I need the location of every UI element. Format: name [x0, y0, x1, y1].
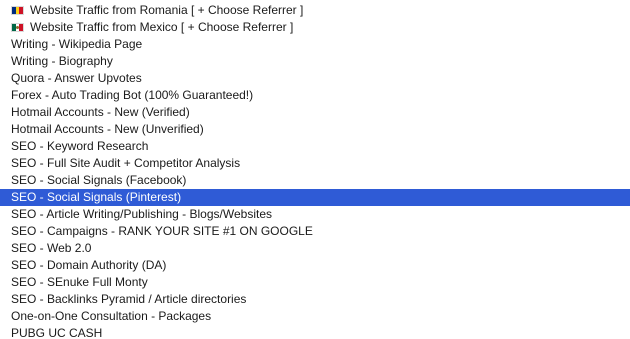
option-label: SEO - Campaigns - RANK YOUR SITE #1 ON G… — [11, 224, 313, 238]
option-item[interactable]: SEO - SEnuke Full Monty — [0, 274, 630, 291]
option-item[interactable]: Hotmail Accounts - New (Verified) — [0, 104, 630, 121]
option-item[interactable]: SEO - Domain Authority (DA) — [0, 257, 630, 274]
option-label: Hotmail Accounts - New (Verified) — [11, 105, 190, 119]
option-label: Writing - Wikipedia Page — [11, 37, 143, 51]
option-label: SEO - Domain Authority (DA) — [11, 258, 167, 272]
option-romania-traffic[interactable]: Website Traffic from Romania [ + Choose … — [0, 1, 630, 19]
option-label: One-on-One Consultation - Packages — [11, 309, 212, 323]
option-item[interactable]: SEO - Full Site Audit + Competitor Analy… — [0, 155, 630, 172]
option-item[interactable]: Quora - Answer Upvotes — [0, 70, 630, 87]
option-item[interactable]: Forex - Auto Trading Bot (100% Guarantee… — [0, 87, 630, 104]
option-label: SEO - Backlinks Pyramid / Article direct… — [11, 292, 247, 306]
option-item[interactable]: One-on-One Consultation - Packages — [0, 308, 630, 325]
option-label: Hotmail Accounts - New (Unverified) — [11, 122, 204, 136]
option-mexico-traffic[interactable]: Website Traffic from Mexico [ + Choose R… — [0, 19, 630, 36]
option-item[interactable]: SEO - Keyword Research — [0, 138, 630, 155]
option-label: SEO - Social Signals (Pinterest) — [11, 190, 182, 204]
dropdown-options-list: Website Traffic from Romania [ + Choose … — [0, 0, 630, 339]
option-item-selected[interactable]: SEO - Social Signals (Pinterest) — [0, 189, 630, 206]
option-item[interactable]: SEO - Campaigns - RANK YOUR SITE #1 ON G… — [0, 223, 630, 240]
option-label: Writing - Biography — [11, 54, 113, 68]
option-item[interactable]: Writing - Biography — [0, 53, 630, 70]
option-label: SEO - Full Site Audit + Competitor Analy… — [11, 156, 241, 170]
option-item[interactable]: SEO - Web 2.0 — [0, 240, 630, 257]
option-label: SEO - Web 2.0 — [11, 241, 92, 255]
option-item[interactable]: PUBG UC CASH — [0, 325, 630, 339]
option-label: SEO - Keyword Research — [11, 139, 149, 153]
option-item[interactable]: SEO - Article Writing/Publishing - Blogs… — [0, 206, 630, 223]
option-label: Website Traffic from Mexico [ + Choose R… — [30, 20, 294, 34]
option-label: Quora - Answer Upvotes — [11, 71, 142, 85]
option-label: Forex - Auto Trading Bot (100% Guarantee… — [11, 88, 254, 102]
option-label: SEO - Article Writing/Publishing - Blogs… — [11, 207, 272, 221]
option-item[interactable]: Hotmail Accounts - New (Unverified) — [0, 121, 630, 138]
option-item[interactable]: Writing - Wikipedia Page — [0, 36, 630, 53]
option-label: Website Traffic from Romania [ + Choose … — [30, 2, 304, 17]
romania-flag-icon — [11, 5, 24, 15]
option-item[interactable]: SEO - Social Signals (Facebook) — [0, 172, 630, 189]
option-item[interactable]: SEO - Backlinks Pyramid / Article direct… — [0, 291, 630, 308]
option-label: SEO - Social Signals (Facebook) — [11, 173, 187, 187]
option-label: SEO - SEnuke Full Monty — [11, 275, 148, 289]
mexico-flag-icon — [11, 23, 24, 32]
option-label: PUBG UC CASH — [11, 326, 103, 339]
